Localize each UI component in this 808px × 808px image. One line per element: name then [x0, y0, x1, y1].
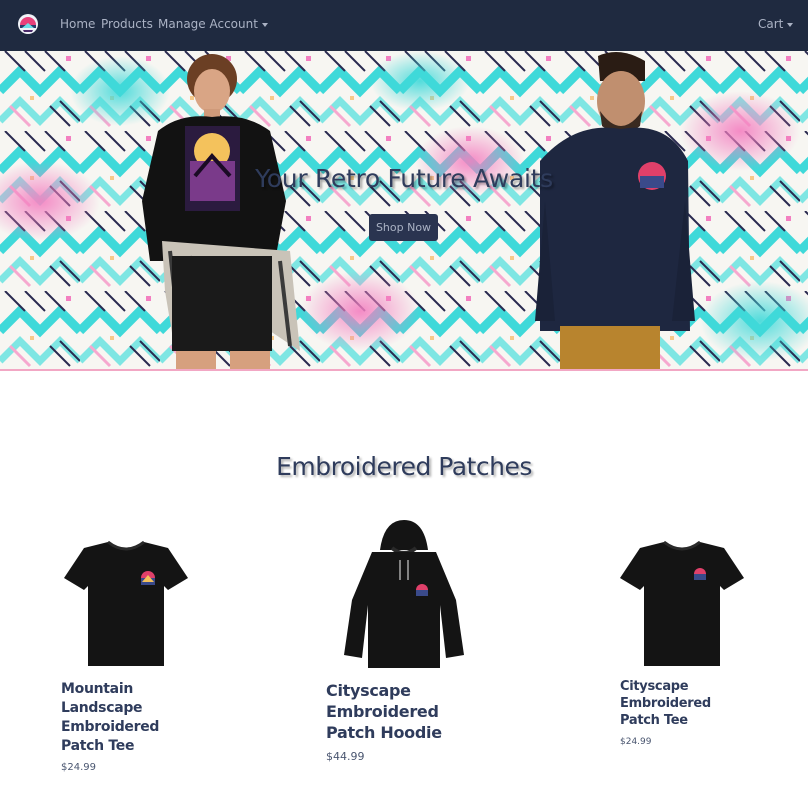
shop-now-button[interactable]: Shop Now — [369, 214, 438, 241]
manage-account-label: Manage Account — [158, 17, 258, 31]
nav-home-link[interactable]: Home — [60, 17, 95, 31]
product-card[interactable]: Mountain Landscape Embroidered Patch Tee… — [61, 540, 191, 773]
product-card[interactable]: Cityscape Embroidered Patch Tee $24.99 — [620, 540, 750, 747]
hero-background-pattern — [0, 51, 808, 369]
chevron-down-icon — [261, 22, 268, 27]
product-image-tee[interactable] — [64, 540, 188, 668]
nav-manage-account-dropdown[interactable]: Manage Account — [158, 17, 268, 31]
product-name[interactable]: Cityscape Embroidered Patch Tee — [620, 678, 750, 729]
product-price: $24.99 — [620, 737, 652, 747]
cart-label: Cart — [758, 17, 784, 31]
chevron-down-icon — [787, 22, 794, 27]
product-name[interactable]: Cityscape Embroidered Patch Hoodie — [326, 680, 486, 743]
product-name[interactable]: Mountain Landscape Embroidered Patch Tee — [61, 680, 191, 756]
section-title: Embroidered Patches — [276, 452, 532, 481]
hero-banner: Your Retro Future Awaits Shop Now — [0, 51, 808, 371]
nav-cart-dropdown[interactable]: Cart — [758, 17, 794, 31]
product-card[interactable]: Cityscape Embroidered Patch Hoodie $44.9… — [326, 520, 486, 763]
product-image-tee[interactable] — [620, 540, 744, 668]
product-image-hoodie[interactable] — [342, 520, 466, 670]
navbar: Home Products Manage Account Cart — [0, 0, 808, 51]
nav-products-link[interactable]: Products — [101, 17, 153, 31]
hero-title: Your Retro Future Awaits — [255, 164, 553, 193]
product-price: $24.99 — [61, 762, 96, 773]
logo-icon[interactable] — [17, 13, 39, 35]
product-price: $44.99 — [326, 750, 365, 763]
